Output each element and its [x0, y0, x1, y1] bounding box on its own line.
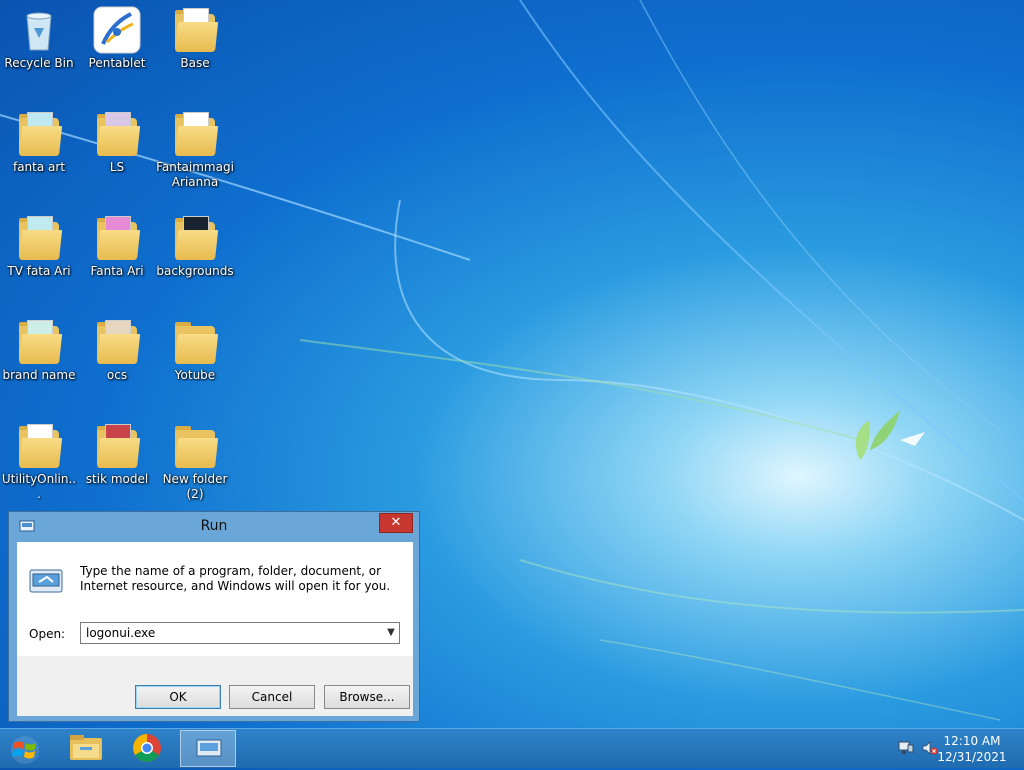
desktop-icon-label: ocs	[106, 368, 128, 382]
open-input[interactable]	[80, 622, 400, 644]
run-program-icon	[29, 569, 63, 593]
desktop-icon-label: TV fata Ari	[7, 264, 71, 278]
desktop-icon-fanta-art[interactable]: fanta art	[0, 110, 78, 175]
network-icon[interactable]	[898, 741, 914, 755]
desktop-icon-label: New folder (2)	[162, 472, 228, 501]
desktop-icon-pentablet[interactable]: Pentablet	[78, 6, 156, 71]
run-dialog[interactable]: Run ✕ Type the name of a program, folder…	[8, 511, 420, 722]
desktop-icon-label: UtilityOnlin...	[1, 472, 77, 501]
desktop-icon-yotube[interactable]: Yotube	[156, 318, 234, 383]
folder-icon	[171, 110, 219, 158]
desktop-icon-backgrounds[interactable]: backgrounds	[156, 214, 234, 279]
desktop-icon-label: Recycle Bin	[4, 56, 74, 70]
run-dialog-content: Type the name of a program, folder, docu…	[17, 542, 413, 656]
pentablet-app-icon	[93, 6, 141, 54]
folder-icon	[93, 214, 141, 262]
taskbar-run[interactable]	[180, 730, 236, 767]
desktop-icon-new-folder-2[interactable]: New folder (2)	[156, 422, 234, 502]
ok-button[interactable]: OK	[135, 685, 221, 709]
desktop-icon-ls[interactable]: LS	[78, 110, 156, 175]
desktop-icon-label: stik model	[85, 472, 149, 486]
browse-button[interactable]: Browse...	[324, 685, 410, 709]
folder-icon	[93, 110, 141, 158]
run-dialog-description: Type the name of a program, folder, docu…	[80, 564, 391, 593]
taskbar-file-explorer[interactable]	[58, 730, 114, 767]
desktop-icon-label: Fanta Ari	[90, 264, 144, 278]
open-label: Open:	[29, 627, 66, 641]
clock-time: 12:10 AM	[943, 734, 1001, 748]
folder-icon	[171, 6, 219, 54]
desktop-icon-fanta-ari[interactable]: Fanta Ari	[78, 214, 156, 279]
desktop-icon-label: Yotube	[174, 368, 216, 382]
clock-date: 12/31/2021	[937, 750, 1007, 764]
desktop-icon-label: LS	[109, 160, 125, 174]
run-dialog-titlebar[interactable]: Run ✕	[9, 512, 419, 542]
desktop-icon-label: Pentablet	[88, 56, 146, 70]
folder-icon	[15, 214, 63, 262]
folder-icon	[171, 318, 219, 366]
close-button[interactable]: ✕	[379, 513, 413, 533]
folder-icon	[93, 318, 141, 366]
file-explorer-icon	[70, 735, 102, 760]
taskbar-chrome[interactable]	[119, 730, 175, 767]
recycle-bin-icon	[15, 6, 63, 54]
taskbar-clock[interactable]: 12:10 AM 12/31/2021	[932, 733, 1012, 765]
folder-icon	[93, 422, 141, 470]
leaf-decoration-icon	[855, 410, 925, 460]
taskbar: 12:10 AM 12/31/2021	[0, 728, 1024, 768]
folder-icon	[15, 110, 63, 158]
desktop-icon-fantaimmagi-arianna[interactable]: Fantaimmagi Arianna	[156, 110, 234, 190]
folder-icon	[15, 422, 63, 470]
run-dialog-title: Run	[200, 518, 228, 534]
desktop-icon-label: fanta art	[12, 160, 66, 174]
run-icon	[196, 739, 222, 757]
chrome-icon	[133, 734, 161, 762]
desktop-icon-brand-name[interactable]: brand name	[0, 318, 78, 383]
desktop-icon-base[interactable]: Base	[156, 6, 234, 71]
desktop-icon-label: brand name	[2, 368, 76, 382]
desktop-icon-label: backgrounds	[156, 264, 234, 278]
start-button-windows-icon[interactable]	[8, 735, 42, 765]
desktop-icon-recycle-bin[interactable]: Recycle Bin	[0, 6, 78, 71]
desktop-icon-stik-model[interactable]: stik model	[78, 422, 156, 487]
desktop-icon-label: Fantaimmagi Arianna	[156, 160, 234, 189]
desktop-icon-utilityonline[interactable]: UtilityOnlin...	[0, 422, 78, 502]
desktop-icon-ocs[interactable]: ocs	[78, 318, 156, 383]
desktop-icon-label: Base	[180, 56, 210, 70]
folder-icon	[15, 318, 63, 366]
folder-icon	[171, 422, 219, 470]
chevron-down-icon[interactable]: ▼	[383, 624, 399, 642]
folder-icon	[171, 214, 219, 262]
cancel-button[interactable]: Cancel	[229, 685, 315, 709]
desktop-icon-tv-fata-ari[interactable]: TV fata Ari	[0, 214, 78, 279]
run-dialog-body: Type the name of a program, folder, docu…	[17, 542, 413, 716]
